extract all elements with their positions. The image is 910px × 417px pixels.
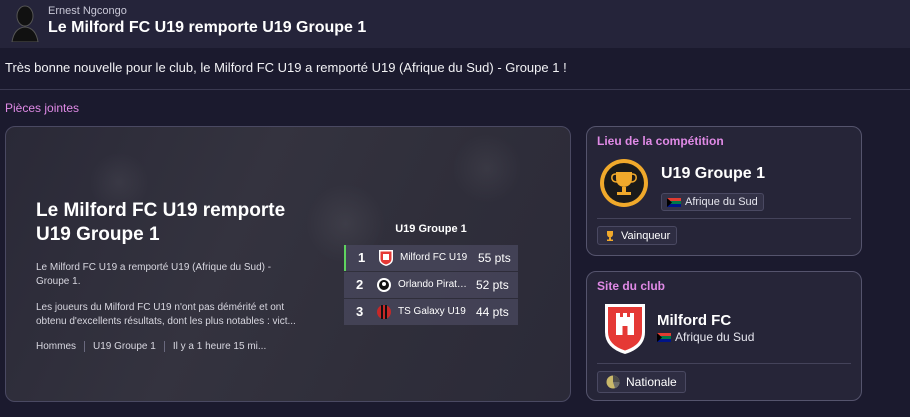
club-name: Milford FC bbox=[657, 312, 732, 329]
competition-name: U19 Groupe 1 bbox=[661, 165, 766, 182]
reputation-label: Nationale bbox=[626, 375, 677, 389]
standings-team: Milford FC U19 bbox=[400, 252, 468, 263]
message-body: Très bonne nouvelle pour le club, le Mil… bbox=[5, 60, 567, 75]
standings-table: 1 Milford FC U19 55 pts 2 Orlando Pirate… bbox=[344, 245, 518, 326]
news-attachment-card[interactable]: Le Milford FC U19 remporte U19 Groupe 1 … bbox=[5, 126, 571, 402]
milford-crest-icon bbox=[379, 250, 393, 266]
attachments-label: Pièces jointes bbox=[5, 101, 80, 115]
standings-title: U19 Groupe 1 bbox=[395, 223, 467, 235]
news-tag: Hommes bbox=[36, 341, 77, 352]
south-africa-flag-icon bbox=[657, 332, 671, 342]
news-paragraph-1: Le Milford FC U19 a remporté U19 (Afriqu… bbox=[36, 262, 272, 287]
standings-position: 3 bbox=[356, 304, 364, 319]
news-tag: U19 Groupe 1 bbox=[84, 341, 164, 352]
divider bbox=[0, 89, 910, 90]
standings-row[interactable]: 2 Orlando Pirates U19 52 pts bbox=[344, 272, 518, 298]
orlando-pirates-crest-icon bbox=[377, 278, 391, 292]
divider bbox=[597, 218, 851, 219]
ts-galaxy-crest-icon bbox=[377, 305, 391, 319]
club-nation-name: Afrique du Sud bbox=[675, 330, 755, 344]
competition-label: Lieu de la compétition bbox=[597, 134, 724, 148]
winner-chip[interactable]: Vainqueur bbox=[597, 226, 678, 245]
reputation-icon bbox=[606, 375, 620, 389]
standings-position: 1 bbox=[358, 250, 366, 265]
news-title: Le Milford FC U19 remporte U19 Groupe 1 bbox=[36, 200, 286, 245]
club-nation: Afrique du Sud bbox=[657, 330, 754, 344]
news-tags: Hommes U19 Groupe 1 Il y a 1 heure 15 mi… bbox=[36, 341, 274, 352]
south-africa-flag-icon bbox=[667, 197, 681, 207]
milford-crest-icon bbox=[605, 304, 645, 354]
standings-team: Orlando Pirates U19 bbox=[398, 279, 470, 290]
standings-points: 52 pts bbox=[476, 278, 509, 292]
reputation-chip[interactable]: Nationale bbox=[597, 371, 686, 393]
news-paragraph-2: Les joueurs du Milford FC U19 n'ont pas … bbox=[36, 302, 296, 327]
nation-name: Afrique du Sud bbox=[685, 196, 758, 208]
nation-chip[interactable]: Afrique du Sud bbox=[661, 193, 764, 211]
standings-team: TS Galaxy U19 bbox=[398, 306, 466, 317]
trophy-icon bbox=[607, 230, 613, 241]
club-label: Site du club bbox=[597, 279, 666, 293]
standings-position: 2 bbox=[356, 277, 364, 292]
divider bbox=[597, 363, 851, 364]
sender-name: Ernest Ngcongo bbox=[48, 5, 127, 17]
winner-label: Vainqueur bbox=[621, 229, 671, 242]
standings-row[interactable]: 1 Milford FC U19 55 pts bbox=[344, 245, 518, 271]
standings-points: 55 pts bbox=[478, 251, 511, 265]
message-header: Ernest Ngcongo Le Milford FC U19 remport… bbox=[0, 0, 910, 48]
trophy-badge-icon bbox=[600, 159, 648, 207]
sender-avatar-icon[interactable] bbox=[10, 4, 40, 42]
standings-row[interactable]: 3 TS Galaxy U19 44 pts bbox=[344, 299, 518, 325]
competition-panel[interactable]: Lieu de la compétition U19 Groupe 1 Afri… bbox=[586, 126, 862, 256]
news-tag: Il y a 1 heure 15 mi... bbox=[163, 341, 274, 352]
message-subject: Le Milford FC U19 remporte U19 Groupe 1 bbox=[48, 19, 367, 36]
club-panel[interactable]: Site du club Milford FC Afrique du Sud N… bbox=[586, 271, 862, 401]
standings-points: 44 pts bbox=[476, 305, 509, 319]
